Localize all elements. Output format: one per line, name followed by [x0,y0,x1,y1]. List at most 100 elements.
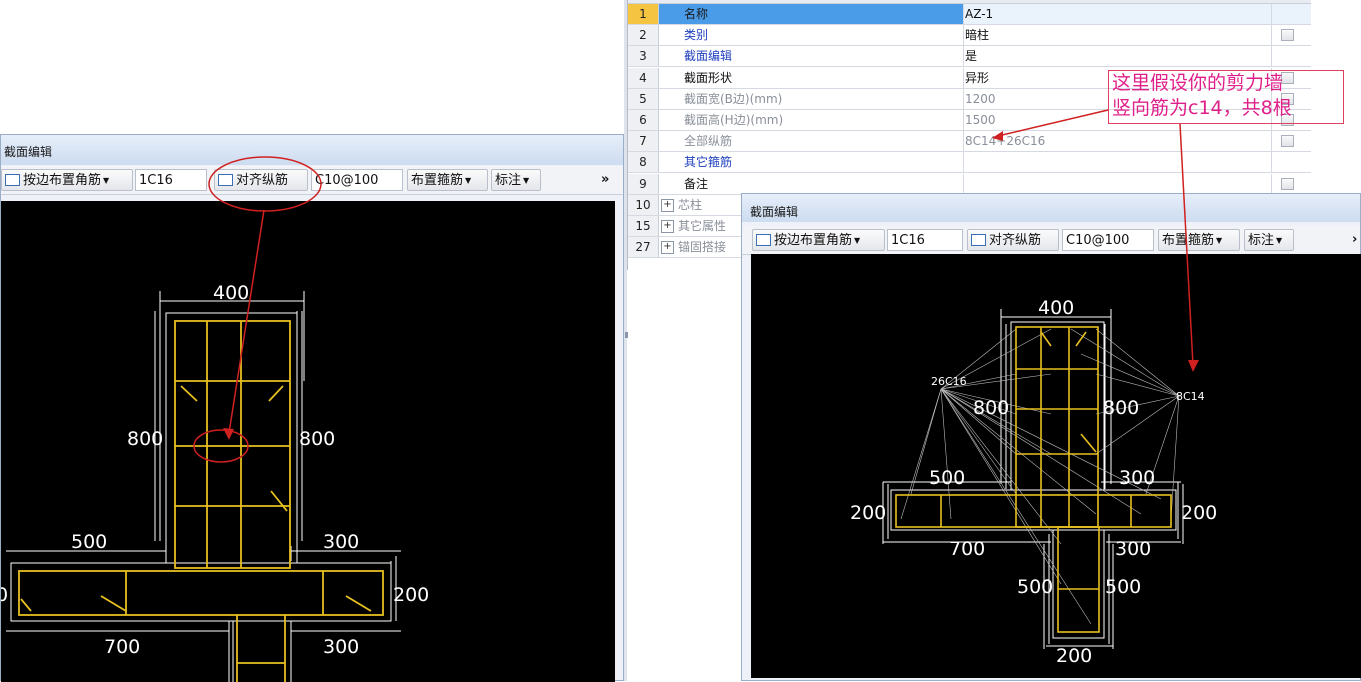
left-dim-right-side: 800 [299,428,335,450]
column-divider [963,67,964,88]
row-number: 10 [628,194,659,215]
left-corner-rebar-label: 按边布置角筋 [23,173,102,188]
property-name: 芯柱 [678,197,703,212]
property-name: 截面宽(B边)(mm) [684,91,783,106]
left-toolbar: 按边布置角筋 ▼ 1C16 对齐纵筋 C10@100 布置箍筋 ▼ 标注 ▼ » [1,166,623,195]
left-window-title: 截面编辑 [1,135,623,165]
left-toolbar-overflow-icon[interactable]: » [601,169,615,191]
column-divider [1271,131,1272,152]
right-annotate-label: 标注 [1248,233,1275,248]
right-toolbar-overflow-icon[interactable]: › [1352,229,1360,251]
property-checkbox[interactable] [1281,177,1294,190]
row-number: 15 [628,216,659,236]
property-value[interactable]: 异形 [965,68,989,88]
column-divider [1271,4,1272,24]
left-rebar-input[interactable]: 1C16 [135,169,207,191]
property-name: 截面高(H边)(mm) [684,113,784,127]
property-row[interactable]: 3 截面编辑 是 [628,46,1311,68]
annotation-line-2: 竖向筋为c14，共8根 [1112,97,1292,119]
property-checkbox[interactable] [1281,135,1294,148]
row-number: 6 [628,110,659,130]
right-window-title: 截面编辑 [742,194,1360,222]
column-divider [963,131,964,152]
splitter-handle[interactable] [624,0,627,681]
expand-icon[interactable]: + [661,220,674,233]
right-stirrup-input[interactable]: C10@100 [1062,229,1154,251]
property-name: 锚固搭接 [678,240,727,255]
dropdown-arrow-icon: ▼ [465,176,472,185]
left-align-rebar-button[interactable]: 对齐纵筋 [214,169,308,191]
left-dim-top: 400 [213,282,249,304]
right-stirrup-label: 布置箍筋 [1162,233,1215,248]
left-dim-left-flange-top: 500 [71,531,107,553]
right-dim-web-right: 500 [1105,576,1141,598]
right-dim-left-flange-top: 500 [929,467,965,489]
left-stirrup-input[interactable]: C10@100 [311,169,403,191]
property-value[interactable]: 是 [965,46,977,66]
column-divider [1271,152,1272,173]
right-dim-left-side: 800 [973,397,1009,419]
column-divider [963,4,964,24]
corner-rebar-icon [756,234,771,246]
right-section-drawing: 400 800 800 500 300 200 200 700 300 500 … [850,297,1217,667]
column-divider [963,88,964,109]
align-rebar-icon [218,174,233,186]
row-number: 2 [628,25,659,46]
property-name: 其它箍筋 [684,155,733,170]
property-row[interactable]: 9 备注 [628,173,1311,195]
annotation-line-1: 这里假设你的剪力墙 [1112,72,1284,94]
right-stirrup-button[interactable]: 布置箍筋 ▼ [1158,229,1240,251]
property-row[interactable]: 8 其它箍筋 [628,152,1311,174]
left-dim-right-flange-bottom: 300 [323,636,359,658]
property-value[interactable]: 1200 [965,89,996,109]
left-annotate-label: 标注 [495,173,522,188]
dropdown-arrow-icon: ▼ [103,176,110,185]
property-row[interactable]: 1 名称 AZ-1 [628,4,1311,25]
right-align-rebar-label: 对齐纵筋 [989,233,1042,248]
row-number: 9 [628,173,659,194]
right-dim-bottom: 200 [1056,645,1092,667]
property-name: 全部纵筋 [684,134,733,149]
right-drawing-canvas[interactable]: 400 800 800 500 300 200 200 700 300 500 … [751,254,1361,678]
right-dim-web-left: 500 [1017,576,1053,598]
row-number: 8 [628,152,659,173]
property-value[interactable]: 暗柱 [965,25,989,45]
left-dim-left-flange-bottom: 700 [104,636,140,658]
corner-rebar-icon [5,174,20,186]
dropdown-arrow-icon: ▼ [1216,236,1223,245]
right-align-rebar-button[interactable]: 对齐纵筋 [967,229,1059,251]
left-dim-flange-height-left: 0 [1,584,8,606]
column-divider [1271,46,1272,67]
splitter-grip [625,332,628,338]
left-dim-flange-height-right: 200 [393,584,429,606]
property-value[interactable]: 1500 [965,110,996,130]
property-checkbox[interactable] [1281,29,1294,42]
right-corner-rebar-button[interactable]: 按边布置角筋 ▼ [752,229,885,251]
right-dim-flange-right: 200 [1181,502,1217,524]
property-name: 截面编辑 [684,49,733,64]
expand-icon[interactable]: + [661,198,674,212]
right-label-26c16: 26C16 [931,375,967,388]
property-row[interactable]: 7 全部纵筋 8C14+26C16 [628,131,1311,153]
property-value[interactable]: AZ-1 [965,4,993,24]
column-divider [1271,25,1272,46]
left-stirrup-button[interactable]: 布置箍筋 ▼ [407,169,488,191]
left-corner-rebar-button[interactable]: 按边布置角筋 ▼ [1,169,133,191]
left-align-rebar-label: 对齐纵筋 [236,173,289,188]
row-number: 5 [628,88,659,109]
dropdown-arrow-icon: ▼ [1276,236,1283,245]
column-divider [963,110,964,130]
left-dim-right-flange-top: 300 [323,531,359,553]
dropdown-arrow-icon: ▼ [854,236,861,245]
right-annotate-button[interactable]: 标注 ▼ [1244,229,1294,251]
property-name: 其它属性 [678,219,727,233]
left-annotate-button[interactable]: 标注 ▼ [491,169,541,191]
property-name: 截面形状 [684,70,733,85]
expand-icon[interactable]: + [661,241,674,255]
left-drawing-canvas[interactable]: 400 800 800 500 300 200 0 700 300 [1,201,615,682]
property-row[interactable]: 2 类别 暗柱 [628,25,1311,47]
property-value[interactable]: 8C14+26C16 [965,131,1045,151]
right-rebar-input[interactable]: 1C16 [887,229,963,251]
row-number: 1 [628,4,659,24]
property-name: 名称 [684,7,709,21]
